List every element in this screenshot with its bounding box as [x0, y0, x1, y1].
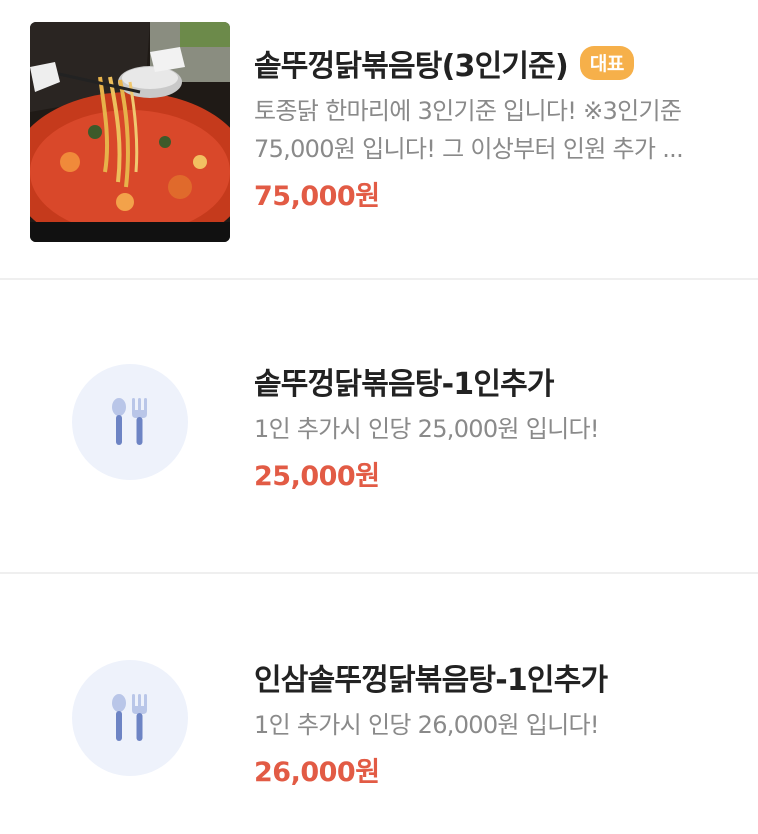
menu-item[interactable]: 인삼솥뚜껑닭볶음탕-1인추가 1인 추가시 인당 26,000원 입니다! 26… [0, 574, 758, 834]
menu-item-text: 인삼솥뚜껑닭볶음탕-1인추가 1인 추가시 인당 26,000원 입니다! 26… [254, 654, 718, 789]
menu-item-description: 1인 추가시 인당 26,000원 입니다! [254, 711, 599, 739]
utensils-icon [112, 694, 147, 741]
menu-item-price: 25,000원 [254, 461, 380, 492]
menu-item-text: 솥뚜껑닭볶음탕(3인기준) 대표 토종닭 한마리에 3인기준 입니다! ※3인기… [254, 40, 718, 213]
menu-item-price: 75,000원 [254, 181, 380, 212]
menu-item[interactable]: 솥뚜껑닭볶음탕(3인기준) 대표 토종닭 한마리에 3인기준 입니다! ※3인기… [0, 0, 758, 280]
thumbnail-placeholder [72, 364, 188, 480]
menu-item-name: 솥뚜껑닭볶음탕(3인기준) [254, 49, 569, 84]
menu-item-description: 1인 추가시 인당 25,000원 입니다! [254, 415, 599, 443]
menu-item-price: 26,000원 [254, 757, 380, 788]
utensils-icon [112, 398, 147, 445]
thumbnail-placeholder [72, 660, 188, 776]
menu-item-text: 솥뚜껑닭볶음탕-1인추가 1인 추가시 인당 25,000원 입니다! 25,0… [254, 358, 718, 493]
representative-badge: 대표 [579, 46, 634, 80]
title-row: 솥뚜껑닭볶음탕-1인추가 [254, 358, 718, 404]
title-row: 인삼솥뚜껑닭볶음탕-1인추가 [254, 654, 718, 700]
menu-item-name: 인삼솥뚜껑닭볶음탕-1인추가 [254, 663, 608, 698]
title-row: 솥뚜껑닭볶음탕(3인기준) 대표 [254, 40, 718, 86]
menu-item-name: 솥뚜껑닭볶음탕-1인추가 [254, 367, 555, 402]
menu-item[interactable]: 솥뚜껑닭볶음탕-1인추가 1인 추가시 인당 25,000원 입니다! 25,0… [0, 280, 758, 574]
menu-item-description: 토종닭 한마리에 3인기준 입니다! ※3인기준 75,000원 입니다! 그 … [254, 97, 684, 163]
food-photo [30, 22, 230, 242]
menu-list: 솥뚜껑닭볶음탕(3인기준) 대표 토종닭 한마리에 3인기준 입니다! ※3인기… [0, 0, 758, 834]
